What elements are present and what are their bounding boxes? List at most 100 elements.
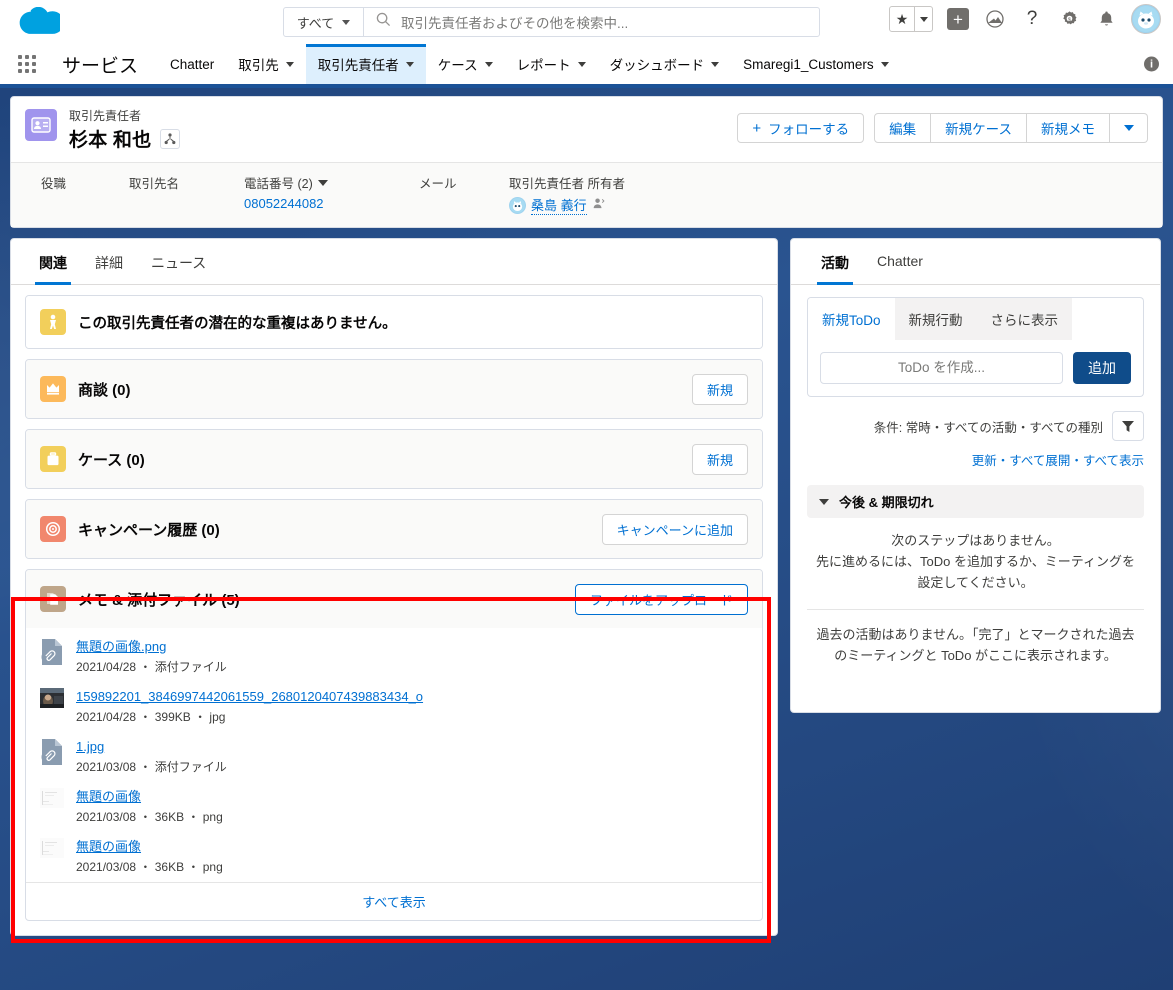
nav-item-reports[interactable]: レポート	[505, 44, 598, 84]
search-icon	[376, 12, 391, 32]
add-task-button[interactable]: 追加	[1073, 352, 1131, 384]
record-body-columns: 関連 詳細 ニュース この取引先責任者の潜在的な重複はありません。 商談 (0)…	[10, 238, 1163, 936]
change-owner-icon[interactable]	[592, 197, 605, 213]
subtab-show-more[interactable]: さらに表示	[976, 298, 1073, 340]
file-name-link[interactable]: 無題の画像.png	[76, 639, 227, 655]
file-name-link[interactable]: 無題の画像	[76, 789, 223, 805]
view-all-link[interactable]: すべて表示	[26, 882, 762, 920]
salesforce-cloud-logo[interactable]	[18, 7, 60, 37]
search-placeholder-text: 取引先責任者およびその他を検索中...	[401, 16, 629, 31]
info-icon[interactable]: i	[1144, 56, 1159, 72]
follow-button[interactable]: + フォローする	[737, 113, 865, 143]
favorites-dropdown-icon[interactable]	[914, 7, 932, 31]
chevron-down-icon	[1123, 125, 1134, 131]
section-title: 今後 & 期限切れ	[839, 495, 934, 510]
app-launcher-grid-icon[interactable]	[18, 44, 48, 84]
nav-item-label: ケース	[437, 58, 478, 73]
campaign-target-icon	[40, 516, 66, 542]
new-case-related-button[interactable]: 新規	[691, 443, 748, 475]
global-search[interactable]: すべて 取引先責任者およびその他を検索中...	[283, 7, 820, 37]
chevron-down-icon	[819, 498, 829, 505]
search-input[interactable]: 取引先責任者およびその他を検索中...	[364, 8, 819, 36]
nav-item-contacts[interactable]: 取引先責任者	[305, 44, 426, 84]
file-name-link[interactable]: 1.jpg	[76, 739, 227, 755]
help-icon[interactable]: ?	[1020, 6, 1044, 32]
activity-composer-tabs: 新規ToDo 新規行動 さらに表示	[807, 297, 1144, 340]
tab-related[interactable]: 関連	[25, 239, 81, 285]
duplicate-check-icon	[40, 309, 66, 335]
attachment-doc-icon	[40, 738, 66, 766]
empty-line-1: 次のステップはありません。	[891, 533, 1060, 548]
file-meta: 2021/03/08 ・ 36KB ・ png	[76, 810, 223, 824]
field-label-text: 電話番号 (2)	[244, 177, 313, 191]
activity-links[interactable]: 更新・すべて展開・すべて表示	[807, 450, 1144, 469]
nav-item-cases[interactable]: ケース	[426, 44, 505, 84]
user-avatar[interactable]	[1131, 4, 1161, 34]
favorites-group[interactable]: ★	[889, 6, 933, 32]
nav-item-label: Smaregi1_Customers	[743, 56, 874, 72]
task-composer: ToDo を作成... 追加	[807, 340, 1144, 397]
related-list-actions: ファイルをアップロード	[574, 583, 748, 615]
activity-filter-text: 条件: 常時・すべての活動・すべての種別	[873, 420, 1103, 435]
todo-input[interactable]: ToDo を作成...	[820, 352, 1063, 384]
subtab-new-event[interactable]: 新規行動	[894, 298, 977, 340]
nav-item-label: ダッシュボード	[609, 58, 705, 73]
list-item[interactable]: 無題の画像 2021/03/08 ・ 36KB ・ png	[26, 832, 762, 882]
past-activity-empty-state: 過去の活動はありません。「完了」とマークされた過去のミーティングと ToDo が…	[816, 627, 1135, 663]
tab-activity[interactable]: 活動	[807, 239, 863, 285]
related-list-title: キャンペーン履歴 (0)	[78, 521, 220, 539]
upcoming-overdue-section-header[interactable]: 今後 & 期限切れ	[807, 485, 1144, 518]
list-item[interactable]: 無題の画像.png 2021/04/28 ・ 添付ファイル	[26, 632, 762, 682]
list-item[interactable]: 無題の画像 2021/03/08 ・ 36KB ・ png	[26, 782, 762, 832]
record-object-label: 取引先責任者	[69, 109, 142, 123]
field-phone-value[interactable]: 08052244082	[244, 196, 419, 211]
divider	[807, 609, 1144, 610]
nav-item-label: 取引先責任者	[317, 58, 399, 73]
contact-hierarchy-icon[interactable]	[160, 128, 181, 149]
header-icon-group: ★ + ? $	[889, 4, 1161, 34]
file-list: 無題の画像.png 2021/04/28 ・ 添付ファイル 159892201_…	[26, 628, 762, 882]
global-actions-plus-icon: +	[947, 8, 969, 30]
subtab-new-task[interactable]: 新規ToDo	[808, 298, 895, 340]
owner-name-link[interactable]: 桑島 義行	[531, 195, 587, 215]
list-item[interactable]: 1.jpg 2021/03/08 ・ 添付ファイル	[26, 732, 762, 782]
more-actions-button[interactable]	[1110, 113, 1148, 143]
field-email: メール	[419, 173, 509, 215]
tab-news[interactable]: ニュース	[137, 239, 220, 284]
follow-button-label: フォローする	[768, 122, 850, 137]
record-tabs: 関連 詳細 ニュース	[11, 239, 777, 285]
subtab-label: 新規行動	[908, 313, 963, 328]
chevron-down-icon	[711, 61, 720, 67]
notifications-bell-icon[interactable]	[1094, 6, 1118, 32]
upload-files-button[interactable]: ファイルをアップロード	[574, 583, 748, 615]
button-label: ファイルをアップロード	[589, 592, 733, 608]
app-launcher-cloud-icon[interactable]	[983, 6, 1007, 32]
plus-icon: +	[752, 119, 762, 137]
filter-funnel-icon[interactable]	[1112, 411, 1144, 441]
file-name-link[interactable]: 無題の画像	[76, 839, 223, 855]
file-name-link[interactable]: 159892201_3846997442061559_2680120407439…	[76, 689, 423, 705]
left-column: 関連 詳細 ニュース この取引先責任者の潜在的な重複はありません。 商談 (0)…	[10, 238, 778, 936]
favorites-star-icon[interactable]: ★	[890, 7, 914, 31]
chevron-down-icon	[880, 61, 889, 67]
chevron-down-icon[interactable]	[317, 179, 328, 186]
field-account-name: 取引先名	[129, 173, 244, 215]
new-case-button[interactable]: 新規ケース	[931, 113, 1027, 143]
setup-gear-icon[interactable]: $	[1057, 6, 1081, 32]
list-item[interactable]: 159892201_3846997442061559_2680120407439…	[26, 682, 762, 732]
upcoming-empty-state: 次のステップはありません。 先に進めるには、ToDo を追加するか、ミーティング…	[807, 518, 1144, 607]
record-actions: + フォローする 編集 新規ケース 新規メモ	[737, 109, 1148, 143]
search-scope-selector[interactable]: すべて	[284, 8, 364, 36]
new-note-button[interactable]: 新規メモ	[1027, 113, 1110, 143]
add-to-campaign-button[interactable]: キャンペーンに追加	[601, 513, 748, 545]
tab-label: 詳細	[95, 255, 123, 271]
tab-chatter[interactable]: Chatter	[863, 239, 937, 284]
edit-button[interactable]: 編集	[874, 113, 932, 143]
nav-item-smaregi-customers[interactable]: Smaregi1_Customers	[731, 44, 901, 84]
nav-item-dashboards[interactable]: ダッシュボード	[598, 44, 732, 84]
global-actions-button[interactable]: +	[946, 6, 970, 32]
tab-details[interactable]: 詳細	[81, 239, 137, 284]
nav-item-accounts[interactable]: 取引先	[226, 44, 306, 84]
new-opportunity-button[interactable]: 新規	[691, 373, 748, 405]
nav-item-chatter[interactable]: Chatter	[158, 44, 226, 84]
